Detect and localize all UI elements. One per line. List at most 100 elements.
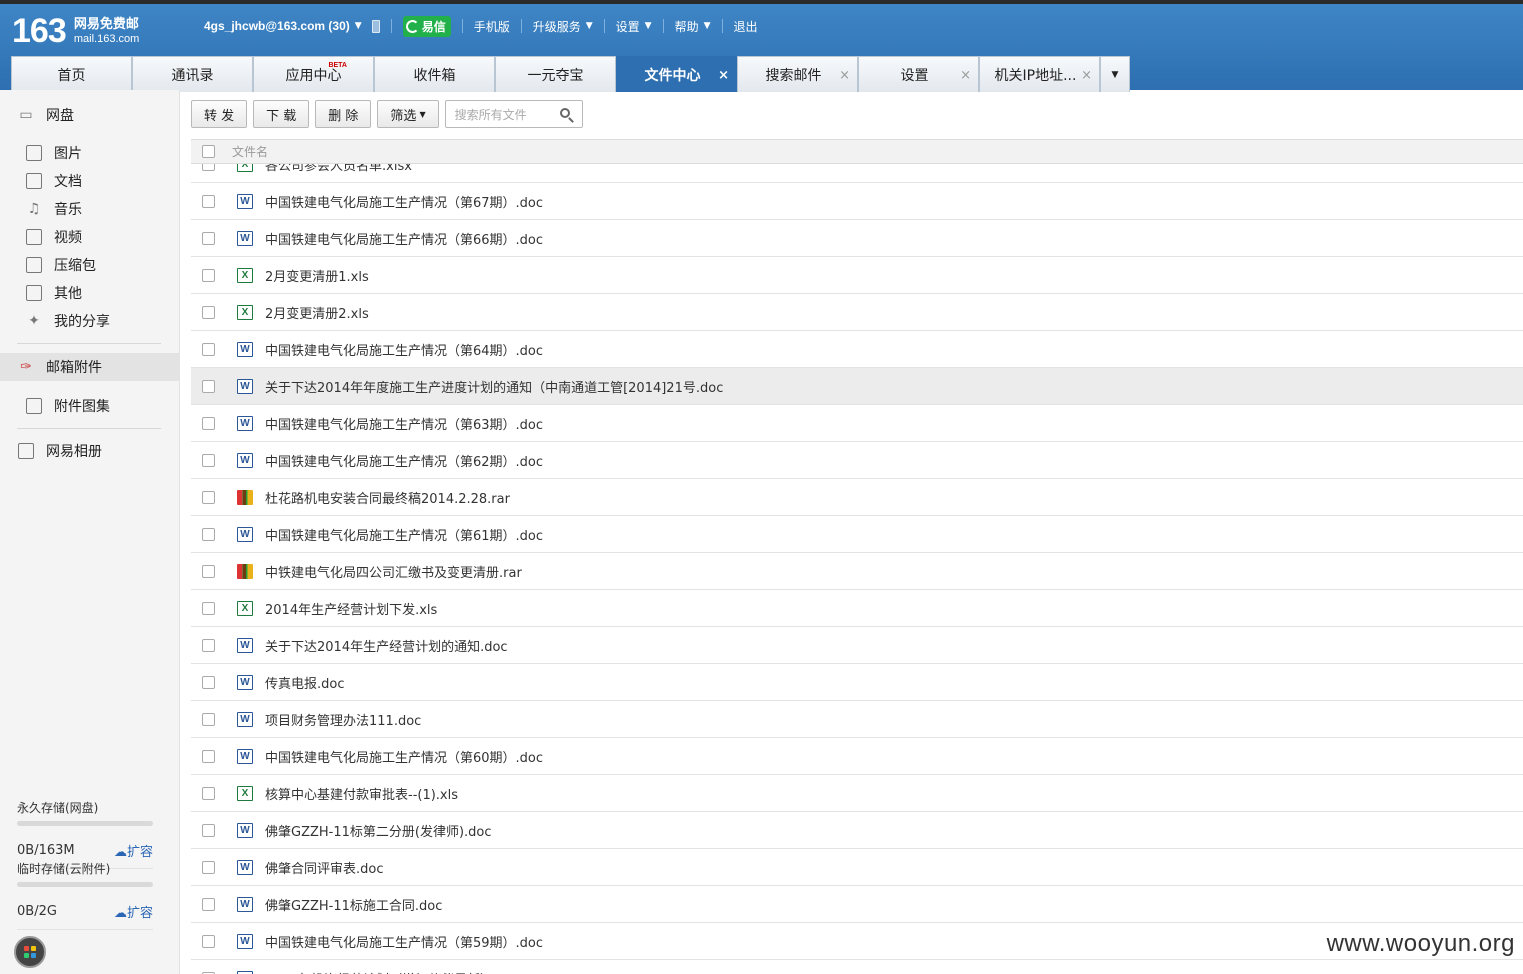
file-name[interactable]: 关于下达2014年年度施工生产进度计划的通知（中南通道工管[2014]21号.d… — [265, 377, 723, 396]
tab-more-button[interactable]: ▼ — [1100, 56, 1130, 92]
row-checkbox[interactable] — [202, 675, 215, 689]
table-row[interactable]: X 各公司参会人员名单.xlsx — [191, 164, 1523, 183]
tab-file-center[interactable]: 文件中心 × — [616, 56, 737, 92]
row-checkbox[interactable] — [202, 786, 215, 800]
sidebar-item-pictures[interactable]: 图片 — [0, 139, 180, 167]
row-checkbox[interactable] — [202, 194, 215, 208]
logo[interactable]: 163 网易免费邮 mail.163.com — [12, 12, 139, 50]
help-menu[interactable]: 帮助 ▼ — [675, 18, 711, 35]
expand-link[interactable]: ☁扩容 — [114, 902, 153, 921]
file-name[interactable]: 关于下达2014年生产经营计划的通知.doc — [265, 636, 508, 655]
table-row[interactable]: W 中国铁建电气化局施工生产情况（第67期）.doc — [191, 183, 1523, 220]
file-name[interactable]: 中国铁建电气化局施工生产情况（第61期）.doc — [265, 525, 543, 544]
row-checkbox[interactable] — [202, 268, 215, 282]
table-row[interactable]: W 中国铁建电气化局施工生产情况（第64期）.doc — [191, 331, 1523, 368]
table-row[interactable]: W 中国铁建电气化局施工生产情况（第59期）.doc — [191, 923, 1523, 960]
yixin-button[interactable]: 易信 — [402, 15, 451, 37]
settings-menu[interactable]: 设置 ▼ — [616, 18, 652, 35]
file-name[interactable]: 核算中心基建付款审批表--(1).xls — [265, 784, 458, 803]
table-row[interactable]: W 中国铁建电气化局施工生产情况（第62期）.doc — [191, 442, 1523, 479]
table-row[interactable]: X 2月变更清册1.xls — [191, 257, 1523, 294]
sidebar-item-other[interactable]: 其他 — [0, 279, 180, 307]
file-name[interactable]: 中国铁建电气化局施工生产情况（第67期）.doc — [265, 192, 543, 211]
row-checkbox[interactable] — [202, 749, 215, 763]
file-name[interactable]: 佛肇合同评审表.doc — [265, 858, 384, 877]
table-row[interactable]: W 传真电报.doc — [191, 664, 1523, 701]
tab-contacts[interactable]: 通讯录 — [132, 56, 253, 92]
sidebar-item-documents[interactable]: 文档 — [0, 167, 180, 195]
account-menu[interactable]: 4gs_jhcwb@163.com (30) ▼ — [204, 19, 362, 33]
column-filename[interactable]: 文件名 — [232, 143, 268, 160]
table-row[interactable]: W 2014年投资经营计划（增加伙伴最新）.doc — [191, 960, 1523, 974]
tab-inbox[interactable]: 收件箱 — [374, 56, 495, 92]
row-checkbox[interactable] — [202, 164, 215, 171]
file-name[interactable]: 中国铁建电气化局施工生产情况（第59期）.doc — [265, 932, 543, 951]
row-checkbox[interactable] — [202, 601, 215, 615]
file-name[interactable]: 中国铁建电气化局施工生产情况（第63期）.doc — [265, 414, 543, 433]
file-name[interactable]: 项目财务管理办法111.doc — [265, 710, 421, 729]
tab-search-mail[interactable]: 搜索邮件 × — [737, 56, 858, 92]
row-checkbox[interactable] — [202, 490, 215, 504]
file-name[interactable]: 中国铁建电气化局施工生产情况（第64期）.doc — [265, 340, 543, 359]
sidebar-item-my-share[interactable]: ✦ 我的分享 — [0, 307, 180, 335]
table-row[interactable]: W 佛肇合同评审表.doc — [191, 849, 1523, 886]
sidebar-item-mail-attachments[interactable]: ✑ 邮箱附件 — [0, 353, 180, 381]
select-all-checkbox[interactable] — [202, 145, 215, 158]
table-row[interactable]: W 关于下达2014年年度施工生产进度计划的通知（中南通道工管[2014]21号.… — [191, 368, 1523, 405]
tab-home[interactable]: 首页 — [11, 56, 132, 92]
sidebar-item-netdisk[interactable]: ▭ 网盘 — [0, 101, 180, 129]
table-row[interactable]: X 2月变更清册2.xls — [191, 294, 1523, 331]
table-row[interactable]: W 中国铁建电气化局施工生产情况（第61期）.doc — [191, 516, 1523, 553]
tab-app-center[interactable]: 应用中心 BETA — [253, 56, 374, 92]
table-row[interactable]: X 2014年生产经营计划下发.xls — [191, 590, 1523, 627]
row-checkbox[interactable] — [202, 231, 215, 245]
sidebar-item-attachment-gallery[interactable]: 附件图集 — [0, 392, 180, 420]
table-row[interactable]: X 核算中心基建付款审批表--(1).xls — [191, 775, 1523, 812]
row-checkbox[interactable] — [202, 305, 215, 319]
row-checkbox[interactable] — [202, 564, 215, 578]
close-icon[interactable]: × — [960, 68, 971, 83]
file-name[interactable]: 杜花路机电安装合同最终稿2014.2.28.rar — [265, 488, 510, 507]
row-checkbox[interactable] — [202, 453, 215, 467]
download-button[interactable]: 下 载 — [253, 100, 310, 128]
file-name[interactable]: 中国铁建电气化局施工生产情况（第60期）.doc — [265, 747, 543, 766]
table-row[interactable]: W 佛肇GZZH-11标第二分册(发律师).doc — [191, 812, 1523, 849]
close-icon[interactable]: × — [1081, 68, 1092, 83]
sidebar-item-music[interactable]: ♫ 音乐 — [0, 195, 180, 223]
tab-ip-address[interactable]: 机关IP地址... × — [979, 56, 1100, 92]
table-row[interactable]: W 关于下达2014年生产经营计划的通知.doc — [191, 627, 1523, 664]
file-name[interactable]: 各公司参会人员名单.xlsx — [265, 164, 412, 174]
file-name[interactable]: 佛肇GZZH-11标施工合同.doc — [265, 895, 442, 914]
close-icon[interactable]: × — [839, 68, 850, 83]
delete-button[interactable]: 删 除 — [315, 100, 372, 128]
file-name[interactable]: 佛肇GZZH-11标第二分册(发律师).doc — [265, 821, 492, 840]
mobile-link[interactable]: 手机版 — [474, 18, 510, 35]
forward-button[interactable]: 转 发 — [191, 100, 248, 128]
file-name[interactable]: 2014年生产经营计划下发.xls — [265, 599, 437, 618]
row-checkbox[interactable] — [202, 416, 215, 430]
row-checkbox[interactable] — [202, 897, 215, 911]
file-name[interactable]: 传真电报.doc — [265, 673, 345, 692]
logout-link[interactable]: 退出 — [734, 18, 758, 35]
file-name[interactable]: 中国铁建电气化局施工生产情况（第62期）.doc — [265, 451, 543, 470]
row-checkbox[interactable] — [202, 342, 215, 356]
row-checkbox[interactable] — [202, 527, 215, 541]
expand-link[interactable]: ☁扩容 — [114, 841, 153, 860]
row-checkbox[interactable] — [202, 860, 215, 874]
row-checkbox[interactable] — [202, 379, 215, 393]
sidebar-item-video[interactable]: 视频 — [0, 223, 180, 251]
file-name[interactable]: 2月变更清册2.xls — [265, 303, 369, 322]
row-checkbox[interactable] — [202, 823, 215, 837]
file-name[interactable]: 中铁建电气化局四公司汇缴书及变更清册.rar — [265, 562, 522, 581]
table-row[interactable]: W 中国铁建电气化局施工生产情况（第63期）.doc — [191, 405, 1523, 442]
sidebar-item-photo-album[interactable]: 网易相册 — [0, 437, 180, 465]
file-name[interactable]: 中国铁建电气化局施工生产情况（第66期）.doc — [265, 229, 543, 248]
table-row[interactable]: W 项目财务管理办法111.doc — [191, 701, 1523, 738]
sidebar-item-archives[interactable]: 压缩包 — [0, 251, 180, 279]
file-name[interactable]: 2月变更清册1.xls — [265, 266, 369, 285]
tab-settings[interactable]: 设置 × — [858, 56, 979, 92]
phone-icon[interactable] — [371, 19, 380, 33]
table-row[interactable]: W 中国铁建电气化局施工生产情况（第60期）.doc — [191, 738, 1523, 775]
table-row[interactable]: 杜花路机电安装合同最终稿2014.2.28.rar — [191, 479, 1523, 516]
apps-button[interactable] — [14, 936, 46, 968]
